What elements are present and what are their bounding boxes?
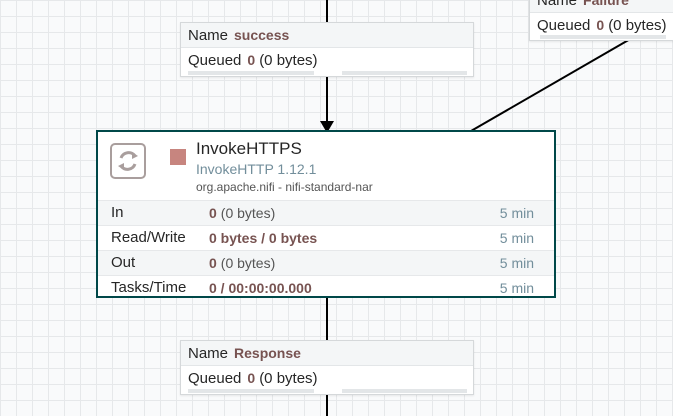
stopped-status-icon xyxy=(170,149,186,165)
connection-queued-row: Queued 0 (0 bytes) xyxy=(181,48,473,72)
stat-value: 0 (0 bytes) xyxy=(209,255,276,271)
stats-row-tasks-time: Tasks/Time 0 / 00:00:00.000 5 min xyxy=(98,275,554,300)
connection-label-response[interactable]: Name Response Queued 0 (0 bytes) xyxy=(180,340,474,395)
stats-row-read-write: Read/Write 0 bytes / 0 bytes 5 min xyxy=(98,225,554,250)
stat-label: Out xyxy=(111,254,136,271)
processor-invokehttps[interactable]: InvokeHTTPS InvokeHTTP 1.12.1 org.apache… xyxy=(96,130,556,298)
queue-bar xyxy=(540,35,666,39)
connection-label-success[interactable]: Name success Queued 0 (0 bytes) xyxy=(180,22,474,77)
processor-stats: In 0 (0 bytes) 5 min Read/Write 0 bytes /… xyxy=(98,200,554,300)
connection-queued-row: Queued 0 (0 bytes) xyxy=(530,13,673,37)
stats-row-in: In 0 (0 bytes) 5 min xyxy=(98,200,554,225)
processor-icon xyxy=(110,143,146,179)
edge-failure[interactable] xyxy=(470,37,633,132)
queued-size: (0 bytes) xyxy=(259,370,318,387)
queue-bar-left xyxy=(188,389,314,393)
stat-value: 0 (0 bytes) xyxy=(209,205,276,221)
queued-key: Queued xyxy=(188,370,242,387)
stat-label: Tasks/Time xyxy=(111,279,187,296)
queued-count: 0 xyxy=(596,17,605,33)
connection-name-row: Name success xyxy=(181,23,473,48)
stat-value: 0 bytes / 0 bytes xyxy=(209,230,318,246)
stats-row-out: Out 0 (0 bytes) 5 min xyxy=(98,250,554,275)
connection-name: Response xyxy=(234,345,301,361)
name-key: Name xyxy=(537,0,578,9)
stat-time: 5 min xyxy=(499,255,534,271)
name-key: Name xyxy=(188,27,229,44)
queued-key: Queued xyxy=(188,52,242,69)
processor-type: InvokeHTTP 1.12.1 xyxy=(196,161,317,177)
queue-bar-left xyxy=(188,71,314,75)
connection-name-row: Name Failure xyxy=(530,0,673,13)
connection-name: success xyxy=(234,27,290,43)
processor-bundle: org.apache.nifi - nifi-standard-nar xyxy=(196,180,373,194)
stat-time: 5 min xyxy=(499,230,534,246)
queued-count: 0 xyxy=(247,52,256,68)
name-key: Name xyxy=(188,345,229,362)
connection-name: Failure xyxy=(583,0,629,8)
queued-size: (0 bytes) xyxy=(259,52,318,69)
queued-key: Queued xyxy=(537,17,591,34)
stat-label: Read/Write xyxy=(111,229,186,246)
stat-value: 0 / 00:00:00.000 xyxy=(209,280,312,296)
stat-label: In xyxy=(111,204,124,221)
stat-time: 5 min xyxy=(499,205,534,221)
stat-time: 5 min xyxy=(499,280,534,296)
queued-size: (0 bytes) xyxy=(608,17,667,34)
queue-bar-right xyxy=(342,389,467,393)
connection-name-row: Name Response xyxy=(181,341,473,366)
queued-count: 0 xyxy=(247,370,256,386)
connection-queued-row: Queued 0 (0 bytes) xyxy=(181,366,473,390)
queue-bar-right xyxy=(342,71,467,75)
connection-label-failure[interactable]: Name Failure Queued 0 (0 bytes) xyxy=(529,0,673,41)
processor-name: InvokeHTTPS xyxy=(196,139,302,158)
